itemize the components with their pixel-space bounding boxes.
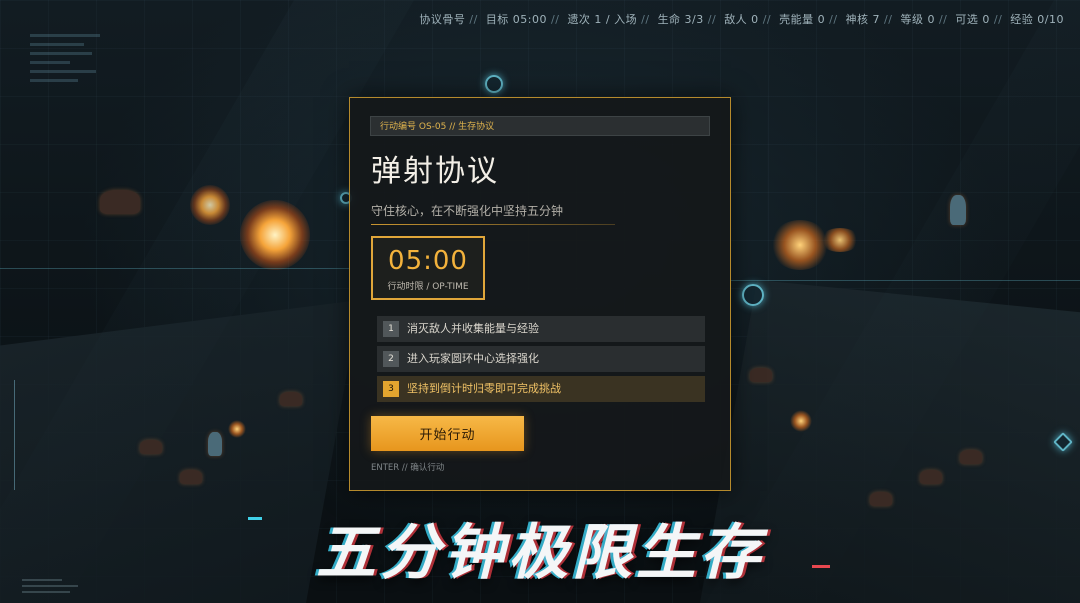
enemy-bug [280, 392, 302, 406]
objective-text: 坚持到倒计时归零即可完成挑战 [407, 382, 561, 395]
spark-effect [820, 228, 860, 252]
mission-subtitle: 守住核心，在不断强化中坚持五分钟 [371, 204, 564, 218]
status-lives: 生命 3/3 [657, 13, 704, 26]
objective-number: 1 [383, 321, 399, 337]
explosion-effect [240, 200, 310, 270]
status-level: 等级 0 [900, 13, 935, 26]
objective-text: 进入玩家圆环中心选择强化 [407, 352, 539, 365]
enemy-bug [750, 368, 772, 382]
corner-readout [22, 575, 82, 593]
status-experience: 经验 0/10 [1010, 13, 1064, 26]
enemy-bug [180, 470, 202, 484]
status-wave: 遗次 1 / 入场 [567, 13, 638, 26]
status-protocol: 协议骨号 [419, 13, 466, 26]
status-target: 目标 05:00 [485, 13, 548, 26]
timer-box: 05:00 行动时限 / OP-TIME [371, 236, 485, 300]
status-options: 可选 0 [955, 13, 990, 26]
promo-slogan: 五分钟极限生存 [316, 518, 764, 588]
mission-title: 弹射协议 [371, 154, 499, 189]
start-mission-button[interactable]: 开始行动 [371, 416, 524, 451]
telemetry-readout [30, 34, 110, 88]
game-scene: 协议骨号// 目标 05:00// 遗次 1 / 入场// 生命 3/3// 敌… [0, 0, 1080, 603]
enemy-bug [140, 440, 162, 454]
enter-key-hint: ENTER // 确认行动 [371, 463, 445, 473]
player-soldier [208, 432, 222, 456]
hud-node-icon [742, 284, 764, 306]
objective-number: 2 [383, 351, 399, 367]
objective-text: 消灭敌人并收集能量与经验 [407, 322, 539, 335]
muzzle-flash [228, 420, 246, 438]
explosion-effect [190, 185, 230, 225]
hud-bracket [14, 380, 25, 490]
objective-item: 2 进入玩家圆环中心选择强化 [377, 346, 705, 372]
mission-briefing-panel: 行动编号 OS-05 // 生存协议 弹射协议 守住核心，在不断强化中坚持五分钟… [349, 97, 731, 491]
timer-label: 行动时限 / OP-TIME [387, 282, 469, 292]
enemy-bug [920, 470, 942, 484]
objective-number: 3 [383, 381, 399, 397]
enemy-bug [960, 450, 982, 464]
muzzle-flash [790, 410, 812, 432]
divider [371, 224, 615, 225]
status-core: 神核 7 [845, 13, 881, 26]
top-status-bar: 协议骨号// 目标 05:00// 遗次 1 / 入场// 生命 3/3// 敌… [419, 13, 1064, 26]
hud-node-icon [485, 75, 503, 93]
timer-value: 05:00 [388, 246, 468, 276]
objective-item-highlighted: 3 坚持到倒计时归零即可完成挑战 [377, 376, 705, 402]
status-enemies: 敌人 0 [724, 13, 759, 26]
objective-item: 1 消灭敌人并收集能量与经验 [377, 316, 705, 342]
player-soldier [950, 195, 966, 225]
status-shell-energy: 壳能量 0 [779, 13, 826, 26]
hud-line [730, 280, 1080, 281]
operation-code: 行动编号 OS-05 // 生存协议 [370, 116, 710, 136]
enemy-bug [100, 190, 140, 214]
hud-line [0, 268, 350, 269]
